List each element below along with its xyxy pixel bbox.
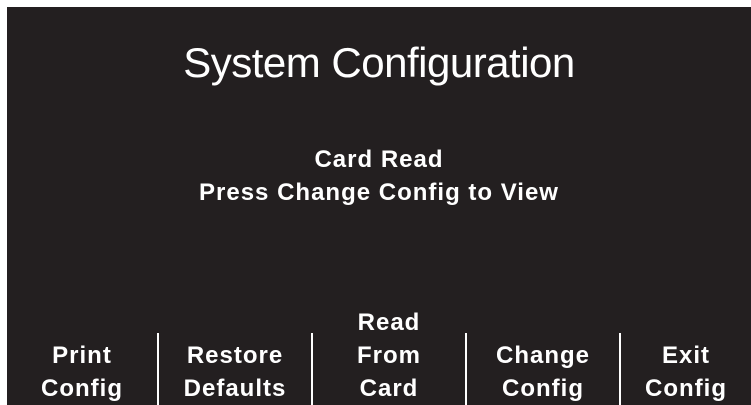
lcd-screen: System Configuration Card Read Press Cha…: [7, 7, 751, 405]
change-config-button[interactable]: Change Config: [467, 327, 619, 405]
softkey-label-line: Config: [41, 375, 123, 402]
status-message-line-1: Card Read: [314, 146, 444, 173]
softkey-label-line: From: [357, 342, 421, 369]
exit-config-button[interactable]: Exit Config: [621, 327, 751, 405]
softkey-label-line: Restore: [186, 342, 284, 369]
softkey-label-line: Config: [502, 375, 584, 402]
softkey-label-line: Change: [495, 342, 590, 369]
restore-defaults-button[interactable]: Restore Defaults: [159, 327, 311, 405]
softkey-label-line: Config: [645, 375, 727, 402]
screen-title: System Configuration: [183, 39, 575, 86]
print-config-button[interactable]: Print Config: [7, 327, 157, 405]
softkey-label-line: Card: [359, 375, 419, 402]
softkey-label-line: Print: [52, 342, 112, 369]
softkey-label-line: Exit: [661, 342, 710, 369]
softkey-label-line: Read: [357, 309, 421, 336]
softkey-label-line: Defaults: [183, 375, 287, 402]
status-message-line-2: Press Change Config to View: [199, 179, 559, 206]
status-message: Card Read Press Change Config to View: [7, 143, 751, 209]
read-from-card-button[interactable]: Read From Card: [313, 297, 465, 405]
softkey-bar: Print Config Restore Defaults Read From …: [7, 309, 751, 405]
